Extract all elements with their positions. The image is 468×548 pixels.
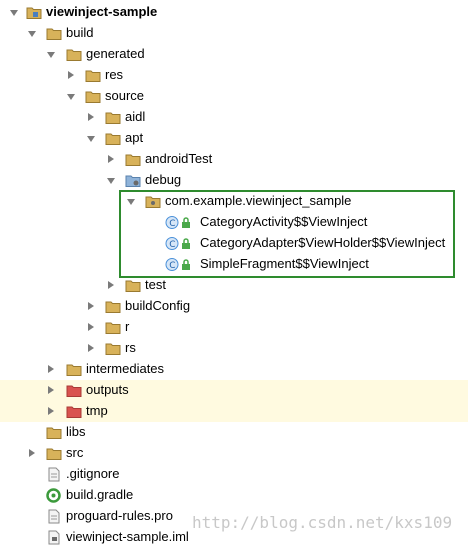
folder-icon [66, 362, 82, 377]
folder-icon [105, 110, 121, 125]
tree-row-r[interactable]: r [0, 317, 468, 338]
folder-icon [105, 299, 121, 314]
tree-row-res[interactable]: res [0, 65, 468, 86]
tree-item-label: src [66, 445, 84, 460]
tree-row-libs[interactable]: libs [0, 422, 468, 443]
folder-icon [125, 152, 141, 167]
tree-row-root[interactable]: viewinject-sample [0, 2, 468, 23]
tree-row-debug[interactable]: debug [0, 170, 468, 191]
collapse-arrow-icon[interactable] [108, 155, 114, 163]
tree-item-label: rs [125, 340, 136, 355]
collapse-arrow-icon[interactable] [88, 344, 94, 352]
expand-arrow-icon[interactable] [47, 52, 55, 58]
tree-row-generated[interactable]: generated [0, 44, 468, 65]
tree-item-label: tmp [86, 403, 108, 418]
expand-arrow-icon[interactable] [87, 136, 95, 142]
tree-row-rs[interactable]: rs [0, 338, 468, 359]
gradle-icon [46, 488, 62, 503]
tree-item-label: apt [125, 130, 144, 145]
tree-item-label: buildConfig [125, 298, 191, 313]
tree-item-label: intermediates [86, 361, 165, 376]
folder-icon [46, 26, 62, 41]
folder-icon [85, 68, 101, 83]
expand-arrow-icon[interactable] [28, 31, 36, 37]
tree-item-label: source [105, 88, 145, 103]
tree-item-label: test [145, 277, 166, 292]
tree-row-buildconfig[interactable]: buildConfig [0, 296, 468, 317]
folder-icon [105, 320, 121, 335]
highlight-box [119, 190, 455, 278]
folder-icon [66, 47, 82, 62]
expand-arrow-icon[interactable] [67, 94, 75, 100]
module-file-icon [46, 530, 62, 545]
collapse-arrow-icon[interactable] [29, 449, 35, 457]
tree-row-intermediates[interactable]: intermediates [0, 359, 468, 380]
collapse-arrow-icon[interactable] [88, 323, 94, 331]
collapse-arrow-icon[interactable] [48, 386, 54, 394]
module-folder-icon [26, 5, 42, 20]
tree-item-label: .gitignore [66, 466, 120, 481]
collapse-arrow-icon[interactable] [48, 365, 54, 373]
excluded-folder-icon [66, 404, 82, 419]
text-file-icon [46, 509, 62, 524]
tree-row-androidtest[interactable]: androidTest [0, 149, 468, 170]
tree-item-label: r [125, 319, 130, 334]
tree-item-label: outputs [86, 382, 129, 397]
tree-item-label: libs [66, 424, 86, 439]
folder-icon [46, 446, 62, 461]
folder-icon [105, 131, 121, 146]
tree-item-label: aidl [125, 109, 146, 124]
folder-icon [46, 425, 62, 440]
tree-row-gitignore[interactable]: .gitignore [0, 464, 468, 485]
tree-item-label: debug [145, 172, 182, 187]
tree-row-apt[interactable]: apt [0, 128, 468, 149]
watermark: http://blog.csdn.net/kxs109 [192, 513, 453, 532]
tree-row-tmp[interactable]: tmp [0, 401, 468, 422]
tree-item-label: res [105, 67, 124, 82]
tree-item-label: androidTest [145, 151, 213, 166]
collapse-arrow-icon[interactable] [88, 113, 94, 121]
tree-row-build[interactable]: build [0, 23, 468, 44]
tree-item-label: build.gradle [66, 487, 134, 502]
expand-arrow-icon[interactable] [107, 178, 115, 184]
tree-row-source[interactable]: source [0, 86, 468, 107]
tree-item-label: viewinject-sample [46, 4, 158, 19]
tree-item-label: proguard-rules.pro [66, 508, 173, 523]
excluded-folder-icon [66, 383, 82, 398]
expand-arrow-icon[interactable] [10, 10, 18, 16]
text-file-icon [46, 467, 62, 482]
folder-icon [85, 89, 101, 104]
collapse-arrow-icon[interactable] [68, 71, 74, 79]
collapse-arrow-icon[interactable] [48, 407, 54, 415]
tree-row-src[interactable]: src [0, 443, 468, 464]
collapse-arrow-icon[interactable] [108, 281, 114, 289]
tree-row-build-gradle[interactable]: build.gradle [0, 485, 468, 506]
tree-item-label: build [66, 25, 94, 40]
folder-icon [125, 278, 141, 293]
tree-item-label: generated [86, 46, 145, 61]
tree-row-test[interactable]: test [0, 275, 468, 296]
tree-row-aidl[interactable]: aidl [0, 107, 468, 128]
generated-source-folder-icon [125, 173, 141, 188]
folder-icon [105, 341, 121, 356]
tree-row-outputs[interactable]: outputs [0, 380, 468, 401]
collapse-arrow-icon[interactable] [88, 302, 94, 310]
